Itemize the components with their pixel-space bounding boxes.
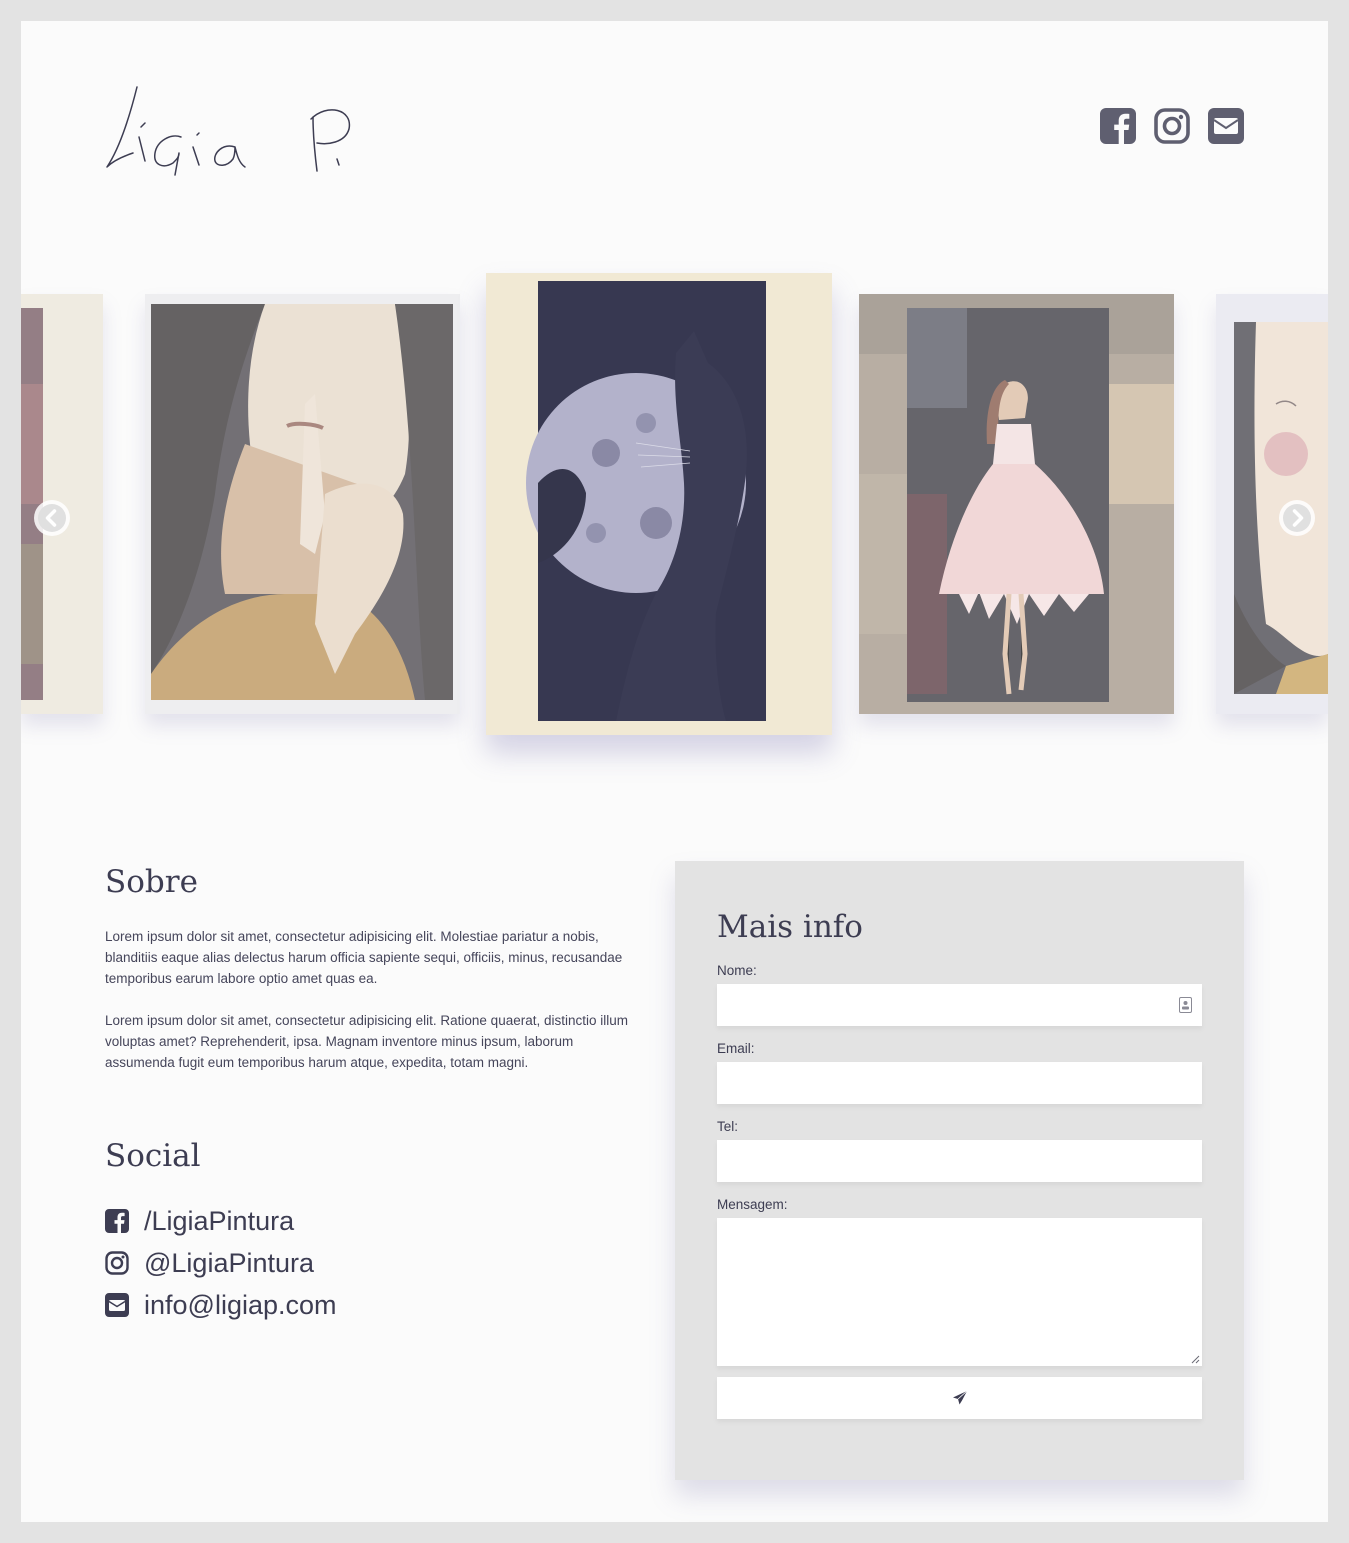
- resize-handle-icon[interactable]: [1191, 1355, 1200, 1364]
- header-social-icons: [1100, 108, 1244, 144]
- painting-woman-shh-image: [145, 294, 460, 714]
- form-title: Mais info: [717, 909, 863, 945]
- instagram-icon: [105, 1251, 129, 1275]
- about-paragraph: Lorem ipsum dolor sit amet, consectetur …: [105, 1013, 628, 1070]
- send-button[interactable]: [717, 1377, 1202, 1419]
- chevron-right-icon: [1283, 504, 1311, 532]
- social-item-label: @LigiaPintura: [144, 1247, 315, 1278]
- contact-card-icon[interactable]: [1179, 997, 1192, 1013]
- painting-ballerina-image: [859, 294, 1174, 714]
- social-item-facebook[interactable]: /LigiaPintura: [105, 1200, 337, 1242]
- social-item-label: info@ligiap.com: [144, 1289, 337, 1320]
- name-label: Nome:: [717, 963, 757, 978]
- contact-form-card: Mais info Nome: Email: Tel: Mensagem:: [675, 861, 1244, 1480]
- carousel-next-button[interactable]: [1279, 500, 1315, 536]
- paper-plane-icon: [952, 1390, 967, 1405]
- name-field[interactable]: [717, 984, 1202, 1026]
- message-label: Mensagem:: [717, 1197, 788, 1212]
- painting-carousel: [21, 273, 1328, 753]
- about-title: Sobre: [105, 864, 198, 900]
- facebook-icon[interactable]: [1100, 108, 1136, 144]
- logo-signature[interactable]: [105, 79, 365, 199]
- page-container: Sobre Lorem ipsum dolor sit amet, consec…: [21, 21, 1328, 1522]
- carousel-slide-woman[interactable]: [145, 294, 460, 714]
- chevron-left-icon: [38, 504, 66, 532]
- email-field[interactable]: [717, 1062, 1202, 1104]
- instagram-icon[interactable]: [1154, 108, 1190, 144]
- tel-field[interactable]: [717, 1140, 1202, 1182]
- social-item-email[interactable]: info@ligiap.com: [105, 1284, 337, 1326]
- envelope-square-icon: [105, 1293, 129, 1317]
- email-label: Email:: [717, 1041, 755, 1056]
- social-title: Social: [105, 1138, 201, 1174]
- carousel-slide-cat-moon[interactable]: [486, 273, 832, 735]
- painting-cat-moon-image: [486, 273, 832, 735]
- social-list: /LigiaPintura @LigiaPintura info@ligiap.…: [105, 1200, 337, 1326]
- about-paragraph: Lorem ipsum dolor sit amet, consectetur …: [105, 929, 623, 986]
- tel-label: Tel:: [717, 1119, 739, 1134]
- carousel-prev-button[interactable]: [34, 500, 70, 536]
- social-item-instagram[interactable]: @LigiaPintura: [105, 1242, 337, 1284]
- facebook-square-icon: [105, 1209, 129, 1233]
- about-section: Sobre Lorem ipsum dolor sit amet, consec…: [105, 864, 635, 1094]
- message-textarea[interactable]: [717, 1218, 1202, 1366]
- social-section: Social /LigiaPintura @LigiaPintura info@…: [105, 1138, 337, 1326]
- envelope-icon[interactable]: [1208, 108, 1244, 144]
- social-item-label: /LigiaPintura: [144, 1205, 295, 1236]
- carousel-slide-ballerina[interactable]: [859, 294, 1174, 714]
